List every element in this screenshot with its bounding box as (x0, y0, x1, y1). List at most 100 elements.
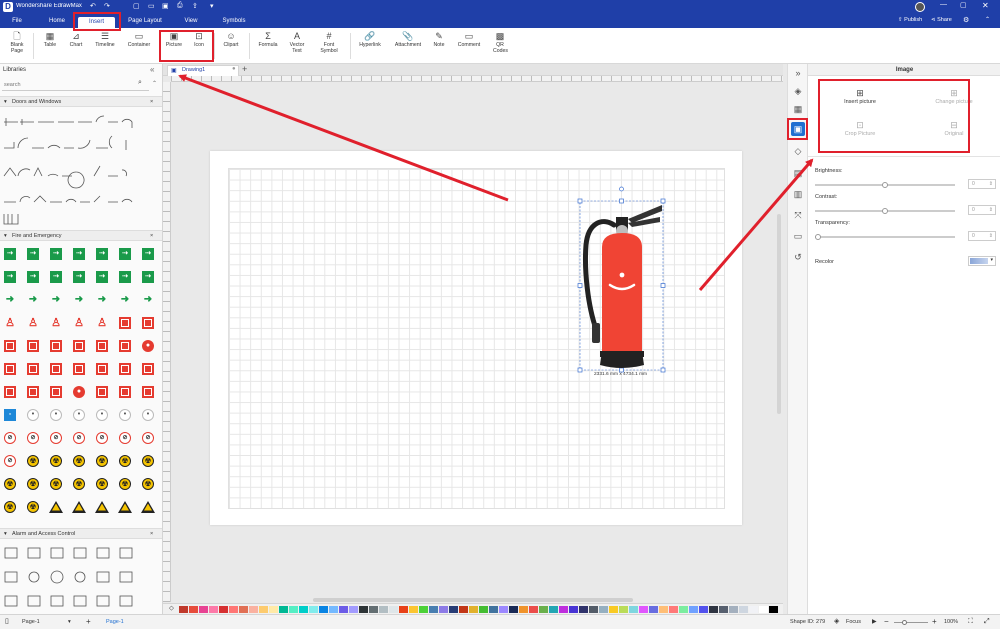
zoom-slider-knob[interactable] (902, 620, 907, 625)
library-symbol[interactable] (48, 384, 64, 399)
doc-tab-drawing1[interactable]: ▣ Drawing1 ● (167, 65, 239, 76)
color-swatch[interactable] (509, 606, 518, 613)
library-symbol[interactable]: ♙ (48, 315, 64, 330)
library-symbol[interactable] (117, 315, 133, 330)
color-swatch[interactable] (369, 606, 378, 613)
library-symbol[interactable]: ⇢ (94, 269, 110, 284)
fit-icon[interactable]: ⤧ (791, 208, 805, 222)
comment-button[interactable]: ▭ Comment (454, 31, 484, 48)
library-symbol[interactable]: ☢ (48, 476, 64, 491)
library-symbol[interactable]: • (117, 407, 133, 422)
tab-view[interactable]: View (178, 14, 204, 28)
library-symbol[interactable]: ♙ (94, 315, 110, 330)
container-button[interactable]: ▭ Container (122, 31, 156, 48)
library-symbol[interactable] (94, 499, 110, 514)
page-properties-icon[interactable]: ▤ (791, 166, 805, 180)
redo-icon[interactable]: ↷ (104, 2, 110, 10)
library-symbol[interactable]: ⇢ (2, 246, 18, 261)
timeline-button[interactable]: ☰ Timeline (90, 31, 120, 48)
color-swatch[interactable] (479, 606, 488, 613)
vector-text-button[interactable]: A Vector Text (284, 31, 310, 54)
new-tab-icon[interactable]: + (242, 64, 247, 75)
library-symbol[interactable] (71, 499, 87, 514)
library-symbol[interactable]: ☢ (117, 453, 133, 468)
library-symbol[interactable]: ⊘ (25, 430, 41, 445)
library-symbol[interactable]: ⊘ (71, 430, 87, 445)
color-swatch[interactable] (619, 606, 628, 613)
library-symbol[interactable] (48, 338, 64, 353)
library-symbol[interactable]: ⊘ (140, 430, 156, 445)
library-symbol[interactable]: • (48, 407, 64, 422)
library-symbol[interactable]: ☢ (25, 499, 41, 514)
zoom-out-icon[interactable]: − (884, 615, 889, 629)
drawing-page[interactable]: 2331.6 mm x 4734.1 mm (210, 151, 742, 525)
library-symbol[interactable]: • (94, 407, 110, 422)
library-symbol[interactable]: ♙ (2, 315, 18, 330)
library-symbol[interactable]: ⊘ (48, 430, 64, 445)
section-close-icon[interactable]: × (150, 231, 153, 241)
note-button[interactable]: ✎ Note (428, 31, 450, 48)
open-folder-icon[interactable]: ▭ (148, 2, 155, 10)
library-symbol[interactable] (140, 499, 156, 514)
color-swatch[interactable] (259, 606, 268, 613)
stepper-icon[interactable]: ⇕ (989, 206, 993, 215)
blank-page-button[interactable]: 🗋 Blank Page (4, 31, 30, 54)
doc-tab-close-icon[interactable]: ● (232, 66, 236, 72)
color-swatch[interactable] (179, 606, 188, 613)
save-icon[interactable]: ▣ (162, 2, 169, 10)
maximize-icon[interactable]: ▢ (960, 1, 967, 9)
library-symbol[interactable]: ☢ (117, 476, 133, 491)
stepper-icon[interactable]: ⇕ (989, 180, 993, 189)
horizontal-scrollbar[interactable] (313, 598, 633, 602)
minimize-icon[interactable]: — (940, 1, 947, 8)
color-swatch[interactable] (559, 606, 568, 613)
library-symbol[interactable]: ➜ (140, 292, 156, 307)
color-swatch[interactable] (339, 606, 348, 613)
color-swatch[interactable] (629, 606, 638, 613)
library-symbol[interactable]: ➜ (48, 292, 64, 307)
tab-insert[interactable]: Insert (78, 17, 115, 28)
library-symbol[interactable]: ♙ (71, 315, 87, 330)
library-symbol[interactable]: ☢ (94, 453, 110, 468)
library-symbol[interactable] (140, 384, 156, 399)
library-symbol[interactable] (94, 338, 110, 353)
section-alarm-access[interactable]: ▾ Alarm and Access Control × (0, 528, 162, 539)
color-swatch[interactable] (549, 606, 558, 613)
color-swatch[interactable] (769, 606, 778, 613)
settings-icon[interactable]: ⚙ (963, 16, 969, 24)
color-swatch[interactable] (579, 606, 588, 613)
library-symbol[interactable]: ⇢ (94, 246, 110, 261)
color-swatch[interactable] (419, 606, 428, 613)
color-swatch[interactable] (689, 606, 698, 613)
attachment-button[interactable]: 📎 Attachment (390, 31, 426, 48)
color-swatch[interactable] (679, 606, 688, 613)
grid-icon[interactable]: ▦ (791, 102, 805, 116)
icon-button[interactable]: ⊡ Icon (188, 31, 210, 48)
color-swatch[interactable] (719, 606, 728, 613)
crop-picture-button[interactable]: ⊡ Crop Picture (830, 120, 890, 137)
new-file-icon[interactable]: ▢ (133, 2, 140, 10)
layers-status-icon[interactable]: ◈ (834, 615, 839, 629)
color-swatch[interactable] (459, 606, 468, 613)
library-symbol[interactable]: ⇢ (2, 269, 18, 284)
library-symbol[interactable] (117, 361, 133, 376)
color-swatch[interactable] (329, 606, 338, 613)
section-fire-emergency[interactable]: ▾ Fire and Emergency × (0, 230, 162, 241)
zoom-slider[interactable] (894, 620, 928, 625)
library-symbol[interactable] (94, 361, 110, 376)
print-icon[interactable]: ⎙ (177, 2, 183, 10)
expand-panel-icon[interactable]: » (791, 66, 805, 80)
color-swatch[interactable] (709, 606, 718, 613)
library-symbol[interactable]: ⇢ (48, 269, 64, 284)
tab-home[interactable]: Home (42, 14, 72, 28)
library-symbol[interactable]: ⊘ (2, 453, 18, 468)
library-symbol[interactable]: ☢ (140, 453, 156, 468)
color-swatch[interactable] (409, 606, 418, 613)
tab-page-layout[interactable]: Page Layout (122, 14, 168, 28)
color-swatch[interactable] (469, 606, 478, 613)
library-symbol[interactable] (48, 361, 64, 376)
section-doors-windows[interactable]: ▾ Doors and Windows × (0, 96, 162, 107)
color-swatch[interactable] (209, 606, 218, 613)
original-button[interactable]: ⊟ Original (924, 120, 984, 137)
color-swatch[interactable] (609, 606, 618, 613)
